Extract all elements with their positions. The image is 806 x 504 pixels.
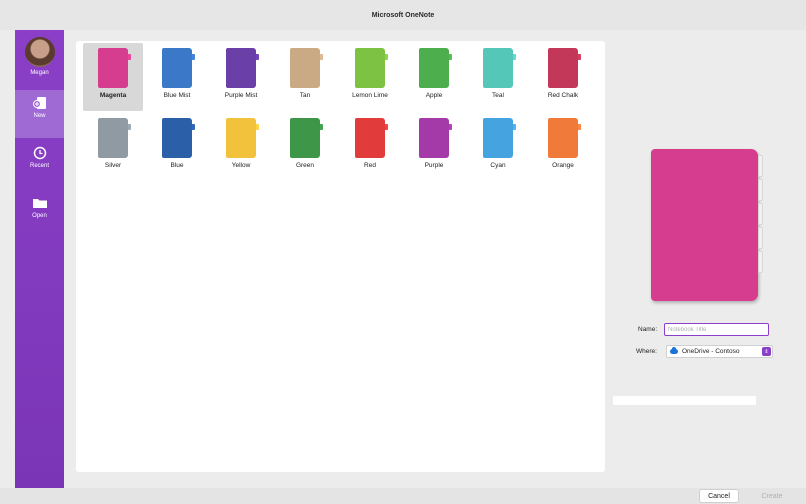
account-name: Megan (30, 70, 49, 76)
sidebar-item-label: Recent (29, 163, 49, 169)
notebook-color-red-chalk[interactable]: Red Chalk (533, 43, 593, 111)
notebook-color-label: Magenta (99, 92, 127, 99)
notebook-swatch (483, 48, 513, 88)
clock-icon (33, 146, 46, 160)
notebook-color-yellow[interactable]: Yellow (211, 113, 271, 181)
avatar (24, 37, 55, 67)
notebook-title-input[interactable] (664, 323, 769, 336)
location-value: OneDrive - Contoso (682, 348, 740, 355)
notebook-swatch (162, 48, 192, 88)
name-row: Name: (638, 323, 769, 336)
notebook-color-teal[interactable]: Teal (468, 43, 528, 111)
where-label: Where: (636, 348, 657, 355)
notebook-swatch (98, 118, 128, 158)
notebook-swatch (355, 118, 385, 158)
folder-icon (32, 199, 47, 208)
notebook-color-grid: Magenta Blue Mist Purple Mist Tan Lemon … (76, 41, 605, 472)
notebook-preview-tab (758, 203, 763, 225)
notebook-preview (651, 149, 763, 301)
name-label: Name: (638, 326, 658, 333)
account-button[interactable]: Megan (15, 34, 64, 86)
notebook-color-label: Yellow (231, 162, 251, 169)
notebook-color-label: Purple (424, 162, 444, 169)
notebook-color-label: Blue Mist (163, 92, 191, 99)
notebook-color-magenta[interactable]: Magenta (83, 43, 143, 111)
notebook-color-purple[interactable]: Purple (404, 113, 464, 181)
notebook-color-apple[interactable]: Apple (404, 43, 464, 111)
chevron-updown-icon: ⇕ (762, 347, 771, 356)
cancel-button[interactable]: Cancel (699, 489, 739, 503)
window-titlebar: Microsoft OneNote (0, 0, 806, 30)
sidebar: Megan New Recent Open (15, 30, 64, 488)
notebook-swatch (355, 48, 385, 88)
notebook-preview-tab (758, 179, 763, 201)
notebook-swatch (98, 48, 128, 88)
sidebar-item-recent[interactable]: Recent (15, 146, 64, 186)
notebook-color-label: Apple (425, 92, 443, 99)
notebook-color-blue[interactable]: Blue (147, 113, 207, 181)
notebook-color-purple-mist[interactable]: Purple Mist (211, 43, 271, 111)
sidebar-item-open[interactable]: Open (15, 196, 64, 236)
notebook-color-label: Purple Mist (224, 92, 258, 99)
notebook-color-red[interactable]: Red (340, 113, 400, 181)
notebook-swatch (226, 48, 256, 88)
where-row: Where: OneDrive - Contoso ⇕ (636, 345, 773, 358)
notebook-color-tan[interactable]: Tan (275, 43, 335, 111)
progress-bar (613, 396, 756, 405)
footer-bar (0, 488, 806, 504)
sidebar-item-new[interactable]: New (15, 90, 64, 138)
sidebar-item-label: Open (32, 213, 47, 219)
notebook-color-label: Silver (104, 162, 122, 169)
notebook-color-label: Red Chalk (547, 92, 579, 99)
notebook-swatch (290, 48, 320, 88)
notebook-color-label: Blue (170, 162, 184, 169)
new-notebook-icon (32, 97, 46, 109)
notebook-swatch (290, 118, 320, 158)
notebook-color-label: Tan (299, 92, 311, 99)
notebook-color-orange[interactable]: Orange (533, 113, 593, 181)
notebook-color-label: Green (295, 162, 315, 169)
notebook-swatch (226, 118, 256, 158)
notebook-preview-tab (758, 251, 763, 273)
window-title: Microsoft OneNote (371, 11, 435, 19)
notebook-swatch (548, 118, 578, 158)
create-button[interactable]: Create (752, 489, 792, 503)
notebook-swatch (419, 48, 449, 88)
notebook-color-silver[interactable]: Silver (83, 113, 143, 181)
onedrive-cloud-icon (670, 347, 678, 354)
notebook-color-label: Teal (492, 92, 504, 99)
notebook-color-green[interactable]: Green (275, 113, 335, 181)
notebook-preview-tab (758, 227, 763, 249)
location-select[interactable]: OneDrive - Contoso ⇕ (666, 345, 773, 358)
notebook-color-label: Red (364, 162, 376, 169)
sidebar-item-label: New (33, 113, 46, 119)
notebook-swatch (548, 48, 578, 88)
notebook-swatch (162, 118, 192, 158)
notebook-swatch (419, 118, 449, 158)
notebook-color-blue-mist[interactable]: Blue Mist (147, 43, 207, 111)
notebook-color-label: Orange (552, 162, 574, 169)
notebook-color-cyan[interactable]: Cyan (468, 113, 528, 181)
notebook-color-lemon-lime[interactable]: Lemon Lime (340, 43, 400, 111)
notebook-color-label: Cyan (490, 162, 506, 169)
notebook-preview-tab (758, 155, 763, 177)
notebook-swatch (483, 118, 513, 158)
notebook-color-label: Lemon Lime (352, 92, 388, 99)
